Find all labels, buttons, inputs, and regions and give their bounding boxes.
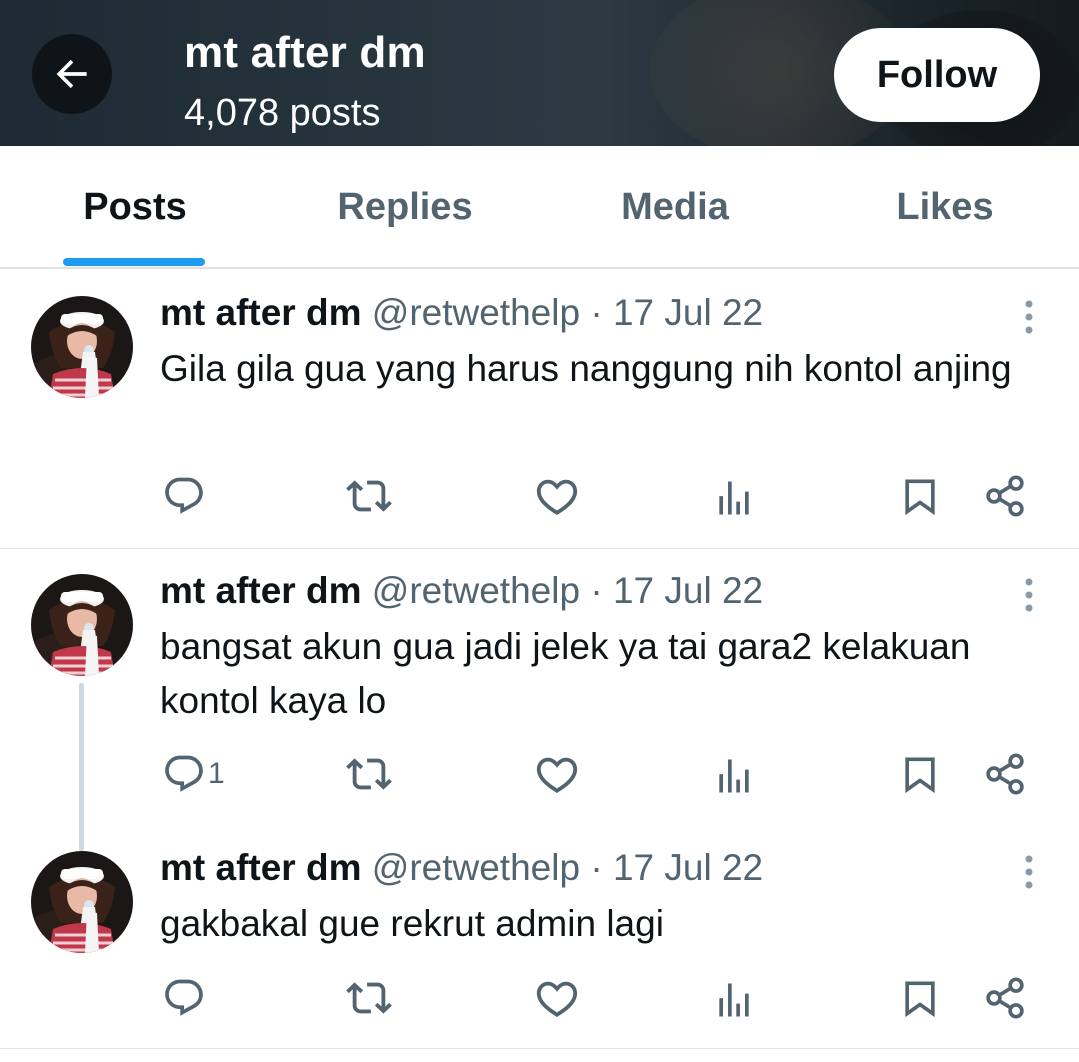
reply-icon [162, 976, 206, 1020]
repost-button[interactable] [346, 750, 392, 798]
profile-tabs: Posts Replies Media Likes [0, 146, 1079, 268]
more-options-icon[interactable] [1014, 576, 1044, 616]
like-icon [534, 975, 580, 1021]
repost-icon [346, 975, 392, 1021]
tweet-text: Gila gila gua yang harus nanggung nih ko… [160, 348, 1012, 389]
share-icon [983, 474, 1027, 518]
tab-posts[interactable]: Posts [0, 146, 270, 268]
reply-icon [162, 752, 206, 796]
tweet-meta: mt after dm @retwethelp · 17 Jul 22 [160, 847, 763, 889]
back-arrow-icon [56, 59, 87, 89]
more-options-icon[interactable] [1014, 853, 1044, 893]
views-icon [712, 476, 756, 520]
views-button[interactable] [712, 976, 756, 1024]
tweet-text: gakbakal gue rekrut admin lagi [160, 903, 664, 944]
bookmark-button[interactable] [898, 750, 942, 798]
like-button[interactable] [534, 974, 580, 1022]
avatar[interactable] [31, 851, 133, 953]
tweet-meta: mt after dm @retwethelp · 17 Jul 22 [160, 570, 763, 612]
meta-separator: · [590, 847, 603, 888]
profile-name: mt after dm [184, 28, 426, 77]
bookmark-button[interactable] [898, 974, 942, 1022]
bookmark-icon [898, 976, 942, 1020]
more-options-icon[interactable] [1014, 298, 1044, 338]
bookmark-button[interactable] [898, 472, 942, 520]
tweet[interactable]: mt after dm @retwethelp · 17 Jul 22 gakb… [0, 826, 1079, 1048]
follow-button[interactable]: Follow [834, 28, 1040, 122]
meta-separator: · [590, 292, 603, 333]
avatar[interactable] [31, 296, 133, 398]
bookmark-icon [898, 752, 942, 796]
views-icon [712, 754, 756, 798]
views-button[interactable] [712, 752, 756, 800]
repost-button[interactable] [346, 974, 392, 1022]
divider [0, 1048, 1079, 1049]
share-button[interactable] [983, 974, 1027, 1022]
avatar[interactable] [31, 574, 133, 676]
repost-icon [346, 751, 392, 797]
profile-header: mt after dm 4,078 posts Follow [0, 0, 1079, 146]
like-button[interactable] [534, 472, 580, 520]
like-icon [534, 473, 580, 519]
reply-button[interactable] [162, 472, 208, 520]
tweet-meta: mt after dm @retwethelp · 17 Jul 22 [160, 292, 763, 334]
tab-media[interactable]: Media [540, 146, 810, 268]
tweet-date[interactable]: 17 Jul 22 [613, 292, 763, 333]
back-button[interactable] [32, 34, 112, 114]
reply-count: 1 [208, 757, 225, 790]
tweet[interactable]: mt after dm @retwethelp · 17 Jul 22 Gila… [0, 270, 1079, 548]
active-tab-indicator [63, 258, 205, 266]
views-icon [712, 978, 756, 1022]
author-handle[interactable]: @retwethelp [372, 570, 580, 611]
bookmark-icon [898, 474, 942, 518]
like-icon [534, 751, 580, 797]
share-button[interactable] [983, 472, 1027, 520]
like-button[interactable] [534, 750, 580, 798]
share-icon [983, 976, 1027, 1020]
reply-button[interactable] [162, 974, 208, 1022]
tweet-text: bangsat akun gua jadi jelek ya tai gara2… [160, 626, 971, 721]
reply-icon [162, 474, 206, 518]
tweet-date[interactable]: 17 Jul 22 [613, 847, 763, 888]
tab-replies[interactable]: Replies [270, 146, 540, 268]
share-icon [983, 752, 1027, 796]
posts-count: 4,078 posts [184, 92, 381, 134]
tweet[interactable]: mt after dm @retwethelp · 17 Jul 22 bang… [0, 549, 1079, 851]
views-button[interactable] [712, 474, 756, 522]
tweet-date[interactable]: 17 Jul 22 [613, 570, 763, 611]
reply-button[interactable]: 1 [162, 750, 225, 798]
author-handle[interactable]: @retwethelp [372, 292, 580, 333]
author-name[interactable]: mt after dm [160, 570, 361, 611]
meta-separator: · [590, 570, 603, 611]
author-name[interactable]: mt after dm [160, 292, 361, 333]
share-button[interactable] [983, 750, 1027, 798]
author-name[interactable]: mt after dm [160, 847, 361, 888]
repost-icon [346, 473, 392, 519]
divider [0, 268, 1079, 269]
author-handle[interactable]: @retwethelp [372, 847, 580, 888]
tab-likes[interactable]: Likes [810, 146, 1079, 268]
repost-button[interactable] [346, 472, 392, 520]
